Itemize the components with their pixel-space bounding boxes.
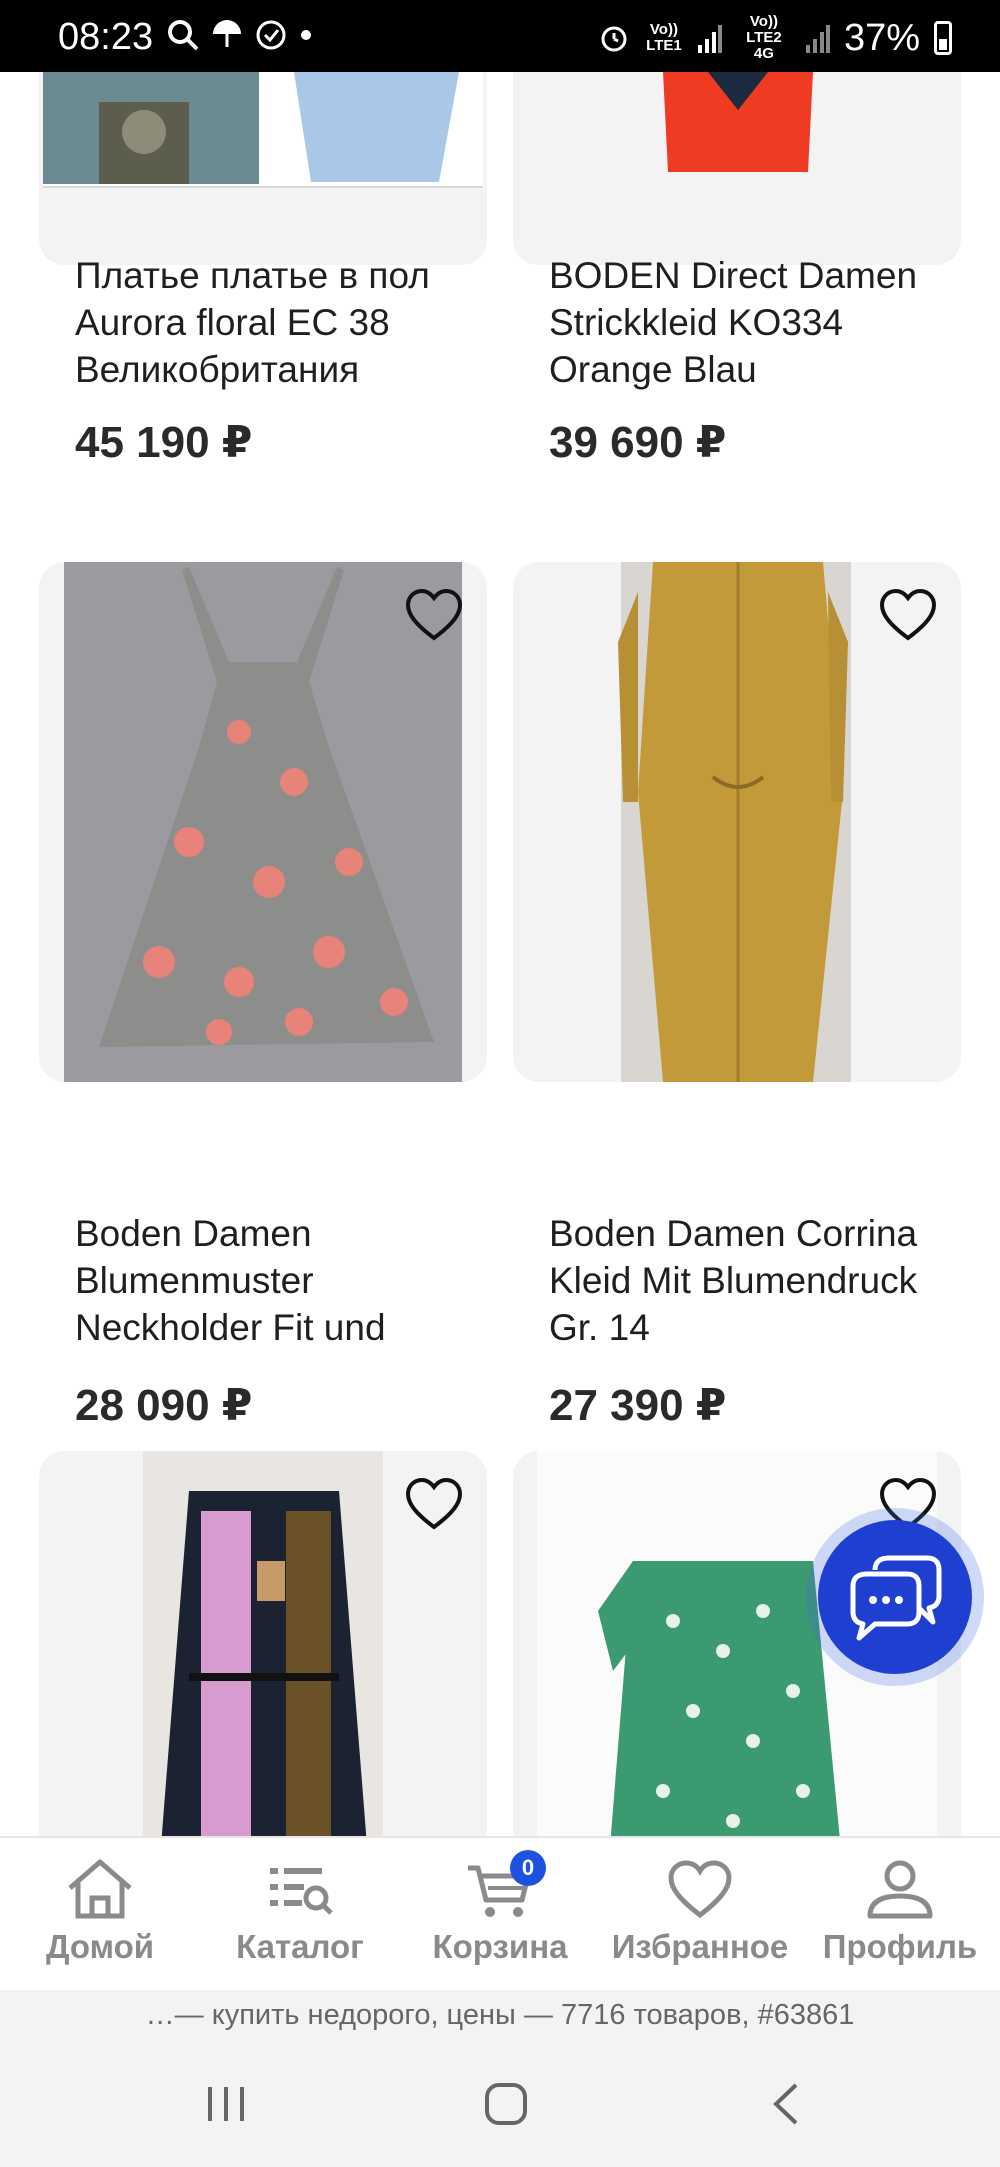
status-right-icons: Vo)) LTE1 Vo)) LTE2 4G 37%: [598, 14, 952, 62]
network-lte1: Vo)) LTE1: [646, 21, 682, 54]
cart-count-badge: 0: [510, 1850, 546, 1886]
nav-favorites[interactable]: Избранное: [600, 1838, 800, 1990]
home-icon: [68, 1859, 132, 1919]
chat-bubbles-icon: [850, 1555, 942, 1641]
signal-icon: [697, 25, 722, 53]
nav-favorites-label: Избранное: [611, 1928, 789, 1965]
back-button[interactable]: [746, 2072, 826, 2136]
product-image[interactable]: [39, 72, 487, 265]
nav-catalog[interactable]: Каталог: [200, 1838, 400, 1990]
check-circle-icon: [256, 20, 286, 50]
nav-catalog-label: Каталог: [236, 1928, 364, 1965]
product-price: 27 390 ₽: [549, 1381, 727, 1430]
catalog-search-icon: [270, 1868, 333, 1915]
product-price: 28 090 ₽: [75, 1381, 253, 1430]
home-square-icon: [485, 2083, 527, 2125]
recent-apps-button[interactable]: [186, 2072, 266, 2136]
status-time: 08:23: [58, 16, 154, 58]
page-caption: …— купить недорого, цены — 7716 товаров,…: [0, 1990, 1000, 2042]
product-image[interactable]: [513, 562, 961, 1082]
product-image[interactable]: [39, 1451, 487, 1836]
recent-apps-icon: [208, 2087, 244, 2121]
product-price: 39 690 ₽: [549, 418, 727, 467]
status-left-icons: [166, 18, 314, 52]
favorite-heart-icon[interactable]: [405, 1477, 463, 1531]
battery-icon: [934, 21, 952, 55]
nav-home[interactable]: Домой: [0, 1838, 200, 1990]
nav-home-label: Домой: [45, 1928, 155, 1965]
nav-profile[interactable]: Профиль: [800, 1838, 1000, 1990]
search-icon: [168, 20, 199, 51]
chat-button[interactable]: [818, 1520, 972, 1674]
alarm-icon: [601, 26, 627, 52]
status-bar: 08:23 Vo)) LTE1 Vo)) LTE2 4G 37%: [0, 0, 1000, 72]
battery-percent: 37%: [843, 16, 920, 59]
home-system-button[interactable]: [466, 2072, 546, 2136]
product-price: 45 190 ₽: [75, 418, 253, 467]
network-lte2: Vo)) LTE2 4G: [746, 13, 782, 62]
umbrella-icon: [213, 20, 241, 47]
product-image[interactable]: [513, 72, 961, 265]
product-title[interactable]: Boden Damen Blumenmuster Neckholder Fit …: [75, 1210, 475, 1351]
nav-cart[interactable]: 0 Корзина: [400, 1838, 600, 1990]
product-image[interactable]: [39, 562, 487, 1082]
favorite-heart-icon[interactable]: [405, 588, 463, 642]
product-title[interactable]: Платье платье в пол Aurora floral EC 38 …: [75, 252, 475, 393]
system-navigation-bar: [0, 2042, 1000, 2167]
favorite-heart-icon[interactable]: [879, 588, 937, 642]
product-title[interactable]: BODEN Direct Damen Strickkleid KO334 Ora…: [549, 252, 949, 393]
profile-icon: [867, 1860, 933, 1919]
dot-icon: [301, 30, 311, 40]
bottom-navigation: Домой Каталог 0 Корзина Избранное Профил…: [0, 1836, 1000, 1990]
product-title[interactable]: Boden Damen Corrina Kleid Mit Blumendruc…: [549, 1210, 949, 1351]
back-chevron-icon: [773, 2083, 798, 2125]
signal-icon: [805, 25, 830, 53]
heart-icon: [668, 1860, 732, 1919]
nav-profile-label: Профиль: [822, 1928, 978, 1965]
nav-cart-label: Корзина: [432, 1928, 568, 1965]
